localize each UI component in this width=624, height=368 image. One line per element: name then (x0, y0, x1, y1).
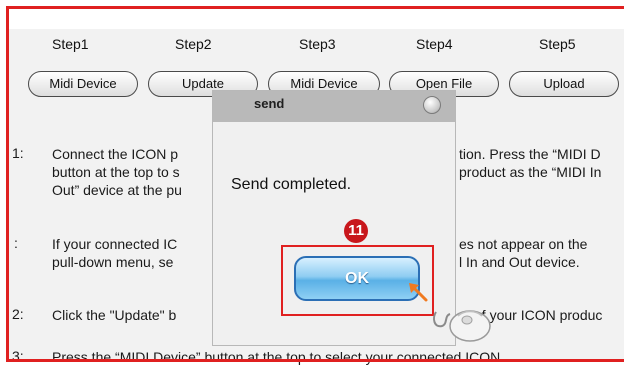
dialog-titlebar: send (213, 91, 455, 122)
midi-device-button[interactable]: Midi Device (28, 71, 138, 97)
item-1-line-2-left: button at the top to s (52, 164, 180, 180)
note-line-2-left: pull-down menu, se (52, 254, 174, 270)
step-number-badge: 11 (344, 219, 368, 243)
item-3-number: 3: (12, 348, 24, 364)
item-1-number: 1: (12, 145, 24, 161)
screenshot-frame: Step1 Step2 Step3 Step4 Step5 Midi Devic… (0, 0, 624, 368)
note-line-1-left: If your connected IC (52, 236, 178, 252)
note-line-2-right: l In and Out device. (459, 254, 580, 270)
item-2-number: 2: (12, 306, 24, 322)
item-2-line-1-left: Click the "Update" b (52, 307, 177, 323)
step-2-label: Step2 (175, 36, 212, 52)
step-4-label: Step4 (416, 36, 453, 52)
dialog-title: send (254, 96, 285, 111)
upload-button[interactable]: Upload (509, 71, 619, 97)
step-3-label: Step3 (299, 36, 336, 52)
item-3-line-1: Press the “MIDI Device” button at the to… (52, 349, 501, 365)
step-5-label: Step5 (539, 36, 576, 52)
ok-button[interactable]: OK (294, 256, 420, 301)
item-1-line-3-left: Out” device at the pu (52, 182, 182, 198)
mouse-icon (433, 310, 491, 342)
item-1-line-1-right: tion. Press the “MIDI D (459, 146, 601, 162)
cursor-arrow-icon (409, 283, 428, 302)
note-line-1-right: es not appear on the (459, 236, 588, 252)
dialog-message: Send completed. (231, 176, 352, 193)
top-strip (9, 9, 624, 29)
step-1-label: Step1 (52, 36, 89, 52)
note-marker: : (14, 235, 18, 251)
dialog-close-icon[interactable] (423, 96, 441, 114)
item-1-line-1-left: Connect the ICON p (52, 146, 179, 162)
item-1-line-2-right: product as the “MIDI In (459, 164, 602, 180)
